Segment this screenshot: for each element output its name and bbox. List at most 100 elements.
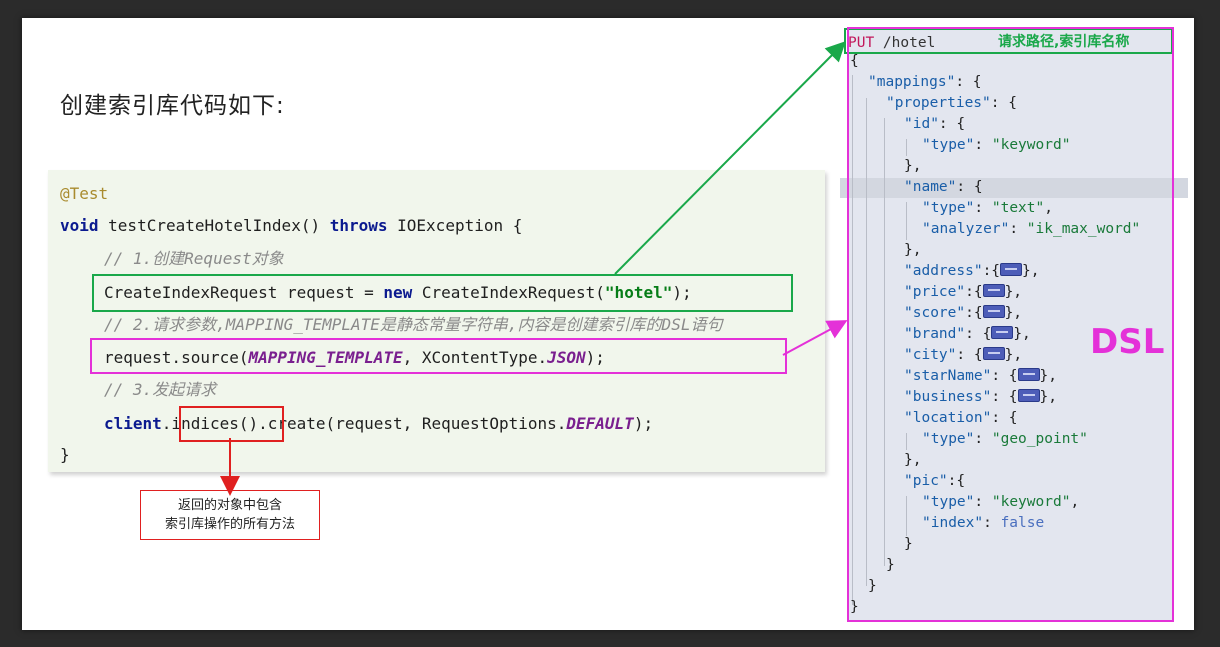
json-close: } — [868, 576, 877, 597]
json-token: "keyword" — [991, 137, 1071, 153]
json-business: "business": {}, — [904, 387, 1057, 408]
json-token: }, — [1004, 284, 1023, 300]
json-token: :{ — [965, 305, 983, 321]
json-token: "price" — [904, 284, 966, 300]
json-token: "location" — [904, 410, 992, 426]
http-method: PUT — [848, 35, 875, 51]
json-price: "price":{}, — [904, 282, 1022, 303]
json-token: :{ — [947, 473, 966, 489]
json-token: "ik_max_word" — [1026, 221, 1141, 237]
json-token: "analyzer" — [922, 221, 1010, 237]
json-pic-index: "index": false — [922, 513, 1044, 534]
json-token: "business" — [904, 389, 992, 405]
put-request-line: PUT /hotel — [848, 33, 935, 54]
exception-clause: IOException { — [387, 216, 523, 235]
json-token: } — [904, 536, 913, 552]
collapsed-object-icon[interactable] — [1017, 368, 1040, 381]
default-const: DEFAULT — [566, 414, 634, 433]
json-token: }, — [1022, 263, 1040, 279]
json-token: : { — [991, 389, 1018, 405]
throws-keyword: throws — [329, 216, 388, 235]
code-line-close-brace: } — [60, 445, 70, 464]
json-city: "city": {}, — [904, 345, 1022, 366]
collapsed-object-icon[interactable] — [1000, 263, 1023, 276]
json-token: : — [1009, 221, 1027, 237]
json-token: , — [1070, 494, 1080, 510]
json-token: "type" — [922, 137, 975, 153]
json-token: "index" — [922, 515, 984, 531]
json-token: "type" — [922, 494, 975, 510]
json-token: : — [974, 137, 992, 153]
indent-guide — [906, 202, 907, 240]
json-properties: "properties": { — [886, 93, 1017, 114]
comment-step-2: // 2.请求参数,MAPPING_TEMPLATE是静态常量字符串,内容是创建… — [104, 315, 723, 334]
collapsed-object-icon[interactable] — [982, 347, 1005, 360]
indices-highlight-box — [179, 406, 284, 442]
line-end: ); — [633, 414, 654, 433]
json-pic: "pic":{ — [904, 471, 965, 492]
json-close: } — [850, 597, 859, 618]
json-token: : { — [991, 368, 1018, 384]
json-token: :{ — [982, 263, 1001, 279]
json-address: "address":{}, — [904, 261, 1040, 282]
request-path: /hotel — [874, 35, 936, 51]
callout-line-1: 返回的对象中包含 — [177, 498, 282, 513]
collapsed-object-icon[interactable] — [982, 284, 1005, 297]
json-token: } — [850, 599, 859, 615]
json-pic-type: "type": "keyword", — [922, 492, 1079, 513]
json-token: "type" — [922, 200, 975, 216]
json-location-type: "type": "geo_point" — [922, 429, 1088, 450]
json-close: }, — [904, 156, 921, 177]
json-token: : { — [938, 116, 966, 132]
json-open-brace: { — [850, 51, 859, 72]
json-brand: "brand": {}, — [904, 324, 1031, 345]
comment-step-1: // 1.创建Request对象 — [104, 249, 284, 268]
comment-step-3: // 3.发起请求 — [104, 380, 217, 399]
json-close: }, — [904, 240, 921, 261]
json-token: "name" — [904, 179, 957, 195]
json-token: "score" — [904, 305, 966, 321]
json-token: : — [974, 431, 992, 447]
indent-guide — [884, 118, 885, 566]
json-token: } — [886, 557, 895, 573]
json-token: }, — [1013, 326, 1031, 342]
json-score: "score":{}, — [904, 303, 1022, 324]
json-token: : { — [955, 74, 982, 90]
json-token: : { — [965, 326, 992, 342]
json-token: "type" — [922, 431, 975, 447]
code-line-annotation: @Test — [60, 184, 108, 204]
json-token: }, — [1039, 368, 1057, 384]
json-close: }, — [904, 450, 921, 471]
json-location: "location": { — [904, 408, 1018, 429]
json-token: "id" — [904, 116, 939, 132]
json-id-type: "type": "keyword" — [922, 135, 1070, 156]
request-path-label: 请求路径,索引库名称 — [998, 34, 1130, 50]
collapsed-object-icon[interactable] — [982, 305, 1005, 318]
collapsed-object-icon[interactable] — [1017, 389, 1040, 402]
json-token: "geo_point" — [991, 431, 1088, 447]
request-source-highlight-box — [90, 338, 787, 374]
indent-guide — [906, 496, 907, 536]
collapsed-object-icon[interactable] — [991, 326, 1014, 339]
json-token: , — [1044, 200, 1053, 216]
json-token: "brand" — [904, 326, 966, 342]
json-token: "properties" — [886, 95, 991, 111]
json-mappings: "mappings": { — [868, 72, 982, 93]
json-token: false — [1000, 515, 1045, 531]
json-token: "keyword" — [991, 494, 1071, 510]
current-line-highlight — [840, 178, 1188, 198]
json-token: : { — [991, 410, 1018, 426]
json-close: } — [886, 555, 895, 576]
json-token: }, — [904, 242, 922, 258]
indent-guide — [852, 75, 853, 605]
json-token: : { — [956, 179, 983, 195]
json-id: "id": { — [904, 114, 965, 135]
indent-guide — [906, 139, 907, 156]
json-token: "pic" — [904, 473, 948, 489]
page-heading: 创建索引库代码如下: — [60, 93, 285, 119]
indent-guide — [866, 98, 867, 586]
json-token: :{ — [965, 284, 983, 300]
json-token: "text" — [991, 200, 1045, 216]
indices-callout: 返回的对象中包含 索引库操作的所有方法 — [140, 490, 320, 540]
indent-guide — [906, 433, 907, 450]
